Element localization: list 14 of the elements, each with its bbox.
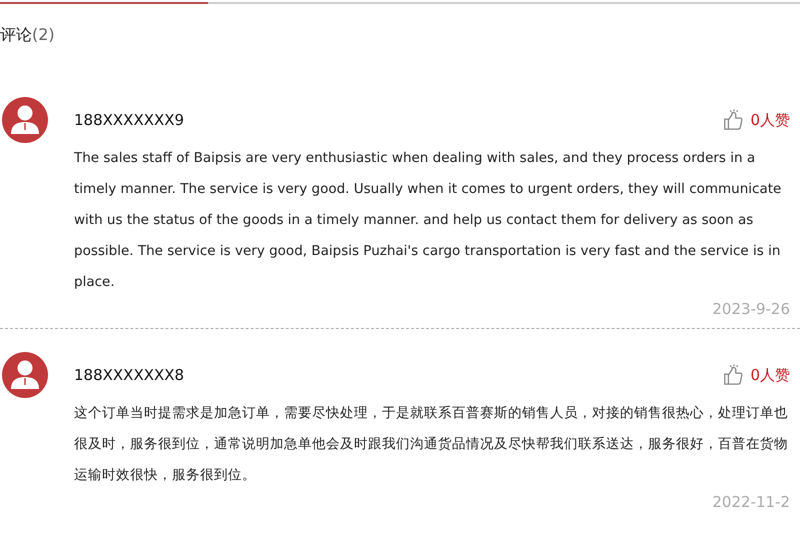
comment-count: (2) bbox=[32, 25, 55, 44]
comment-text: 这个订单当时提需求是加急订单，需要尽快处理，于是就联系百普赛斯的销售人员，对接的销售很热心，处理订单也很及时，服务很到位，通常说明加急单他会及时跟我们沟通货品情况及尽快帮我们联系送达，服务很好，百普在货物运输时效很快，服务很到位。 bbox=[74, 404, 789, 485]
user-name: 188XXXXXXX8 bbox=[74, 366, 184, 384]
thumbs-up-icon bbox=[722, 364, 744, 386]
comment-date: 2022-11-2 bbox=[712, 493, 790, 511]
thumbs-up-icon bbox=[722, 109, 744, 131]
comment-date: 2023-9-26 bbox=[712, 300, 790, 318]
avatar-icon bbox=[2, 97, 48, 143]
section-title: 评论 bbox=[0, 25, 32, 44]
like-button[interactable]: 0人赞 bbox=[722, 364, 790, 386]
user-name: 188XXXXXXX9 bbox=[74, 111, 184, 129]
comment-text: The sales staff of Baipsis are very enthusiastic when dealing with sales, and they process orders in a timely manner. The service is very good. Usually when it comes to urgent orders, they will communicate with us the status of the goods in a timely manner. and help us contact them for delivery as soon as possible. The service is very good, Baipsis Puzhai's cargo transportation is very fast and the service is in place. bbox=[74, 149, 782, 292]
like-button[interactable]: 0人赞 bbox=[722, 109, 790, 131]
avatar-icon bbox=[2, 352, 48, 398]
